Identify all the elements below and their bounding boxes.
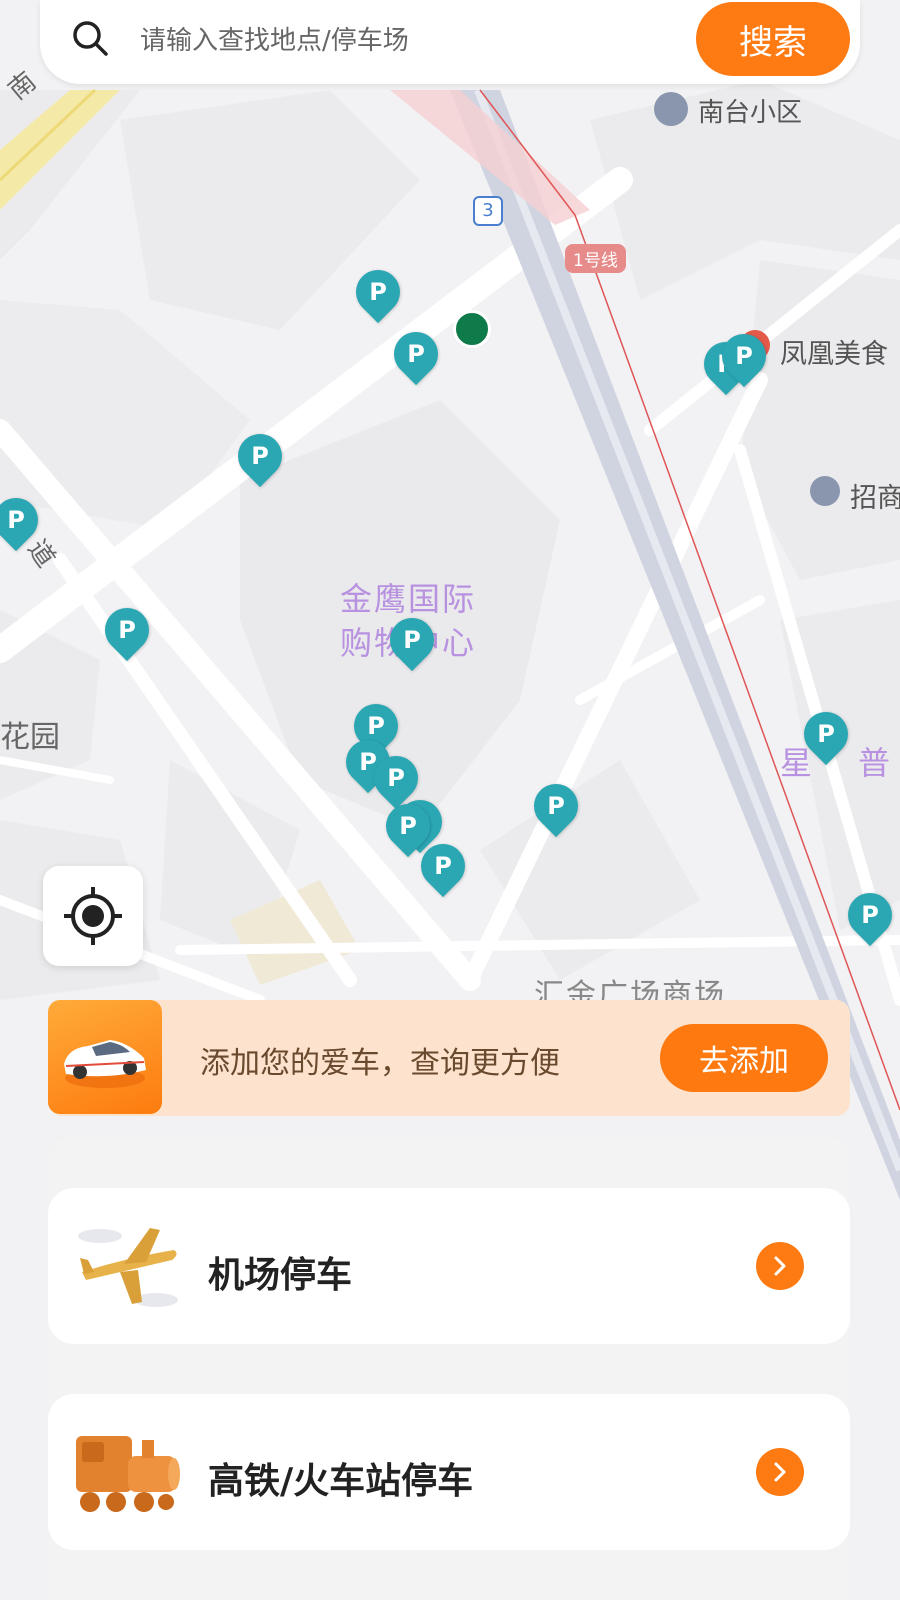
search-button[interactable]: 搜索 [696, 2, 850, 76]
parking-pin-label: P [547, 792, 565, 820]
locate-button[interactable] [43, 866, 143, 966]
service-title-train: 高铁/火车站停车 [208, 1461, 474, 1502]
train-icon [76, 1436, 180, 1512]
parking-pin[interactable]: P [346, 260, 410, 324]
parking-pin[interactable]: P [794, 702, 858, 766]
train-arrow-button[interactable] [756, 1448, 804, 1496]
area-huayuan-label: 花园 [0, 720, 60, 755]
parking-pin[interactable]: P [524, 774, 588, 838]
search-input[interactable] [138, 22, 622, 60]
banner-text: 添加您的爱车，查询更方便 [200, 1046, 560, 1081]
poi-zhaoshang-icon [810, 476, 840, 506]
search-icon[interactable] [70, 18, 110, 58]
coffee-shop-icon[interactable] [453, 310, 491, 348]
parking-pin-label: P [399, 812, 417, 840]
parking-pin-label: P [403, 626, 421, 654]
parking-pin[interactable]: P [380, 608, 444, 672]
chevron-right-icon [774, 1256, 786, 1276]
poi-pu-label[interactable]: 普 [858, 738, 890, 784]
add-car-button[interactable]: 去添加 [660, 1024, 828, 1092]
parking-pin[interactable]: P [411, 834, 475, 898]
parking-pin-label: P [387, 764, 405, 792]
parking-pin-label: P [434, 852, 452, 880]
parking-pin[interactable]: P [838, 883, 900, 947]
airplane-icon [78, 1228, 178, 1307]
metro-line-label: 1号线 [565, 244, 626, 273]
parking-pin[interactable]: P [228, 424, 292, 488]
parking-pin-label: P [7, 506, 25, 534]
parking-pin-label: P [861, 901, 879, 929]
poi-zhaoshang-label[interactable]: 招商 [850, 476, 900, 515]
parking-pin[interactable]: P [384, 322, 448, 386]
parking-pin-label: P [735, 342, 753, 370]
parking-pin-label: P [407, 340, 425, 368]
parking-pin-label: P [369, 278, 387, 306]
parking-pin[interactable]: P [95, 598, 159, 662]
parking-pin-label: P [118, 616, 136, 644]
search-bar: 搜索 [40, 0, 860, 84]
route-shield: 3 [473, 196, 503, 226]
parking-pin-label: P [251, 442, 269, 470]
airport-arrow-button[interactable] [756, 1242, 804, 1290]
service-title-airport: 机场停车 [208, 1255, 353, 1296]
car-icon [48, 1000, 162, 1114]
crosshair-icon [64, 887, 122, 945]
poi-nantai-label[interactable]: 南台小区 [698, 92, 802, 129]
parking-pin-label: P [817, 720, 835, 748]
parking-pin[interactable]: P [712, 324, 776, 388]
poi-fenghuang-label[interactable]: 凤凰美食 [780, 332, 888, 371]
poi-nantai-icon [654, 92, 688, 126]
poi-jinying-label-1[interactable]: 金鹰国际 [340, 574, 476, 620]
chevron-right-icon [774, 1462, 786, 1482]
